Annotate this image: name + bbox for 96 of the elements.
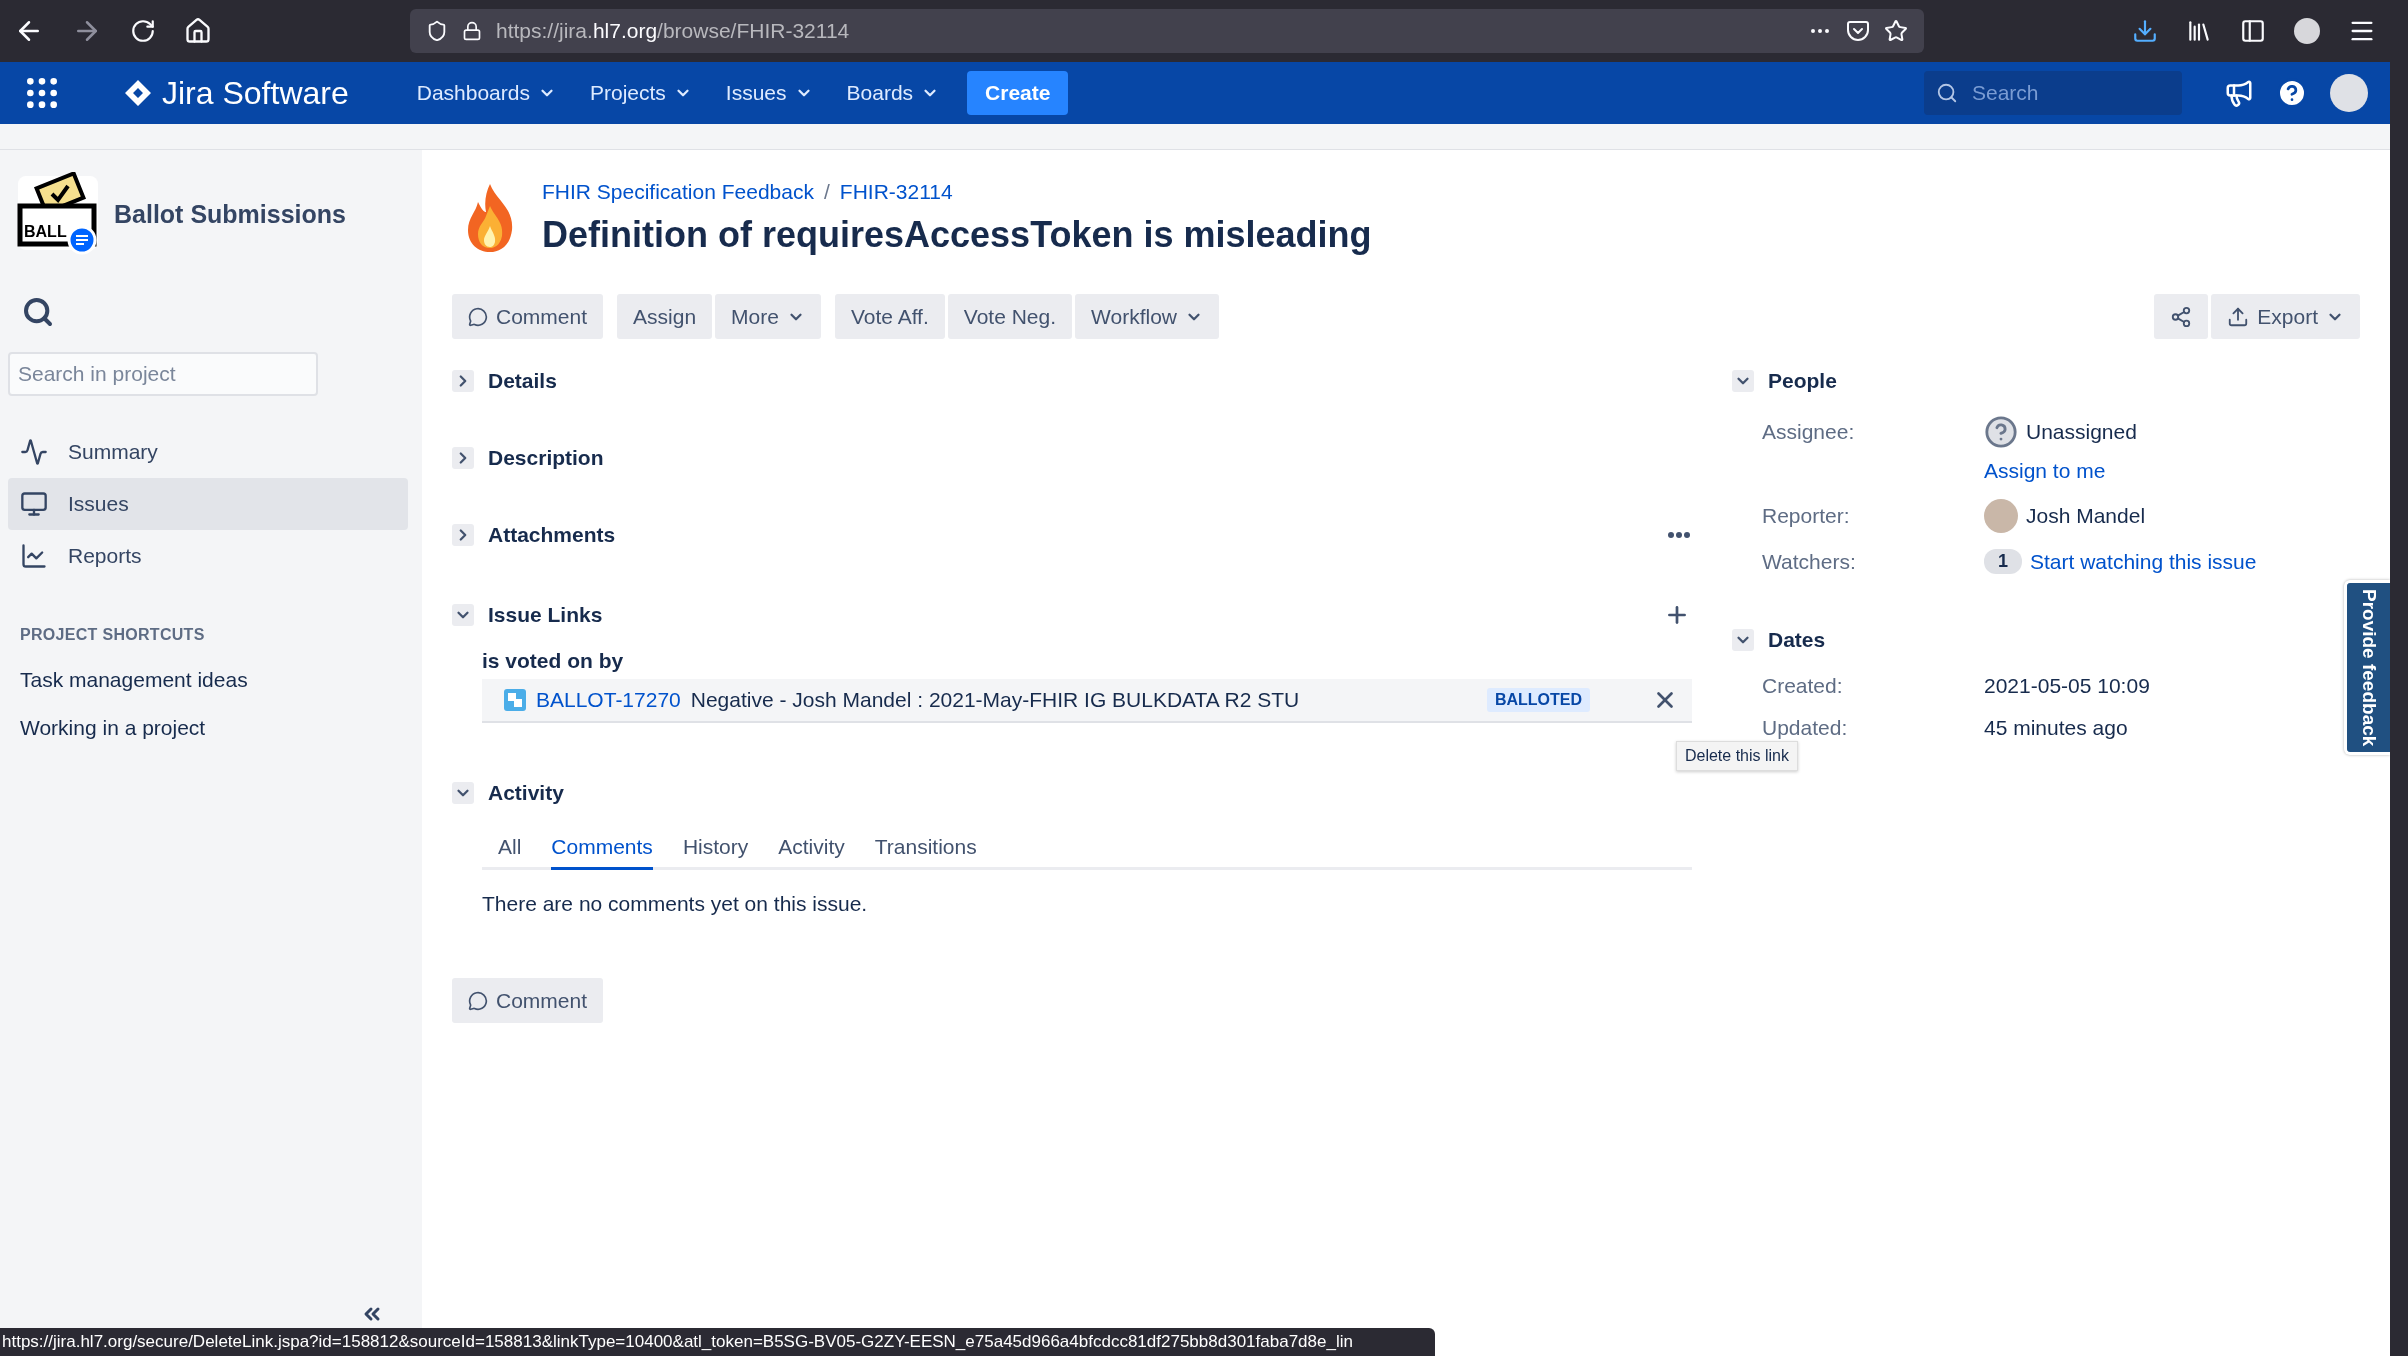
download-icon[interactable] bbox=[2132, 18, 2158, 44]
toggle-button[interactable] bbox=[452, 604, 474, 626]
nav-menu[interactable]: Issues bbox=[719, 75, 819, 111]
section-title: Description bbox=[488, 446, 604, 470]
export-icon bbox=[2227, 305, 2250, 328]
address-bar[interactable]: https://jira.hl7.org/browse/FHIR-32114 bbox=[410, 9, 1924, 53]
pulse-icon bbox=[20, 438, 48, 466]
line-chart-icon bbox=[20, 542, 48, 570]
search-icon[interactable] bbox=[22, 296, 54, 328]
question-icon bbox=[1984, 415, 2018, 449]
field-label: Assignee: bbox=[1762, 420, 1856, 444]
toggle-button[interactable] bbox=[1732, 370, 1754, 392]
comment-button[interactable]: Comment bbox=[452, 978, 604, 1023]
search-field[interactable]: Search bbox=[1924, 71, 2182, 115]
toolbar-button[interactable]: Assign bbox=[617, 294, 713, 339]
field-label: Watchers: bbox=[1762, 549, 1857, 574]
monitor-icon bbox=[20, 490, 48, 518]
library-icon[interactable] bbox=[2186, 18, 2212, 44]
section-title: Activity bbox=[488, 781, 564, 805]
link-type-label: is voted on by bbox=[482, 649, 625, 673]
toggle-button[interactable] bbox=[1732, 629, 1754, 651]
lock-icon bbox=[462, 21, 482, 41]
user-avatar bbox=[1984, 499, 2018, 533]
toolbar-button[interactable]: Vote Aff. bbox=[834, 294, 945, 339]
section-heading: PROJECT SHORTCUTS bbox=[20, 626, 206, 644]
toggle-button[interactable] bbox=[452, 370, 474, 392]
shield-icon bbox=[426, 20, 448, 42]
project-name: Ballot Submissions bbox=[114, 199, 346, 229]
megaphone-icon[interactable] bbox=[2224, 78, 2254, 108]
share-icon bbox=[2170, 305, 2193, 328]
tab[interactable]: Activity bbox=[778, 827, 845, 870]
pocket-icon[interactable] bbox=[1846, 19, 1870, 43]
tab[interactable]: History bbox=[682, 827, 749, 870]
shortcut-link[interactable]: Working in a project bbox=[20, 716, 408, 740]
account-avatar[interactable] bbox=[2294, 18, 2320, 44]
toggle-button[interactable] bbox=[452, 524, 474, 546]
field-label: Created: bbox=[1762, 674, 1844, 698]
field-label: Updated: bbox=[1762, 716, 1849, 740]
tab[interactable]: Comments bbox=[551, 827, 653, 870]
assignee-name: Unassigned bbox=[2026, 420, 2137, 444]
section-title: Dates bbox=[1768, 628, 1826, 652]
toggle-button[interactable] bbox=[452, 782, 474, 804]
sidebar-item[interactable]: Summary bbox=[8, 426, 408, 478]
toolbar-button[interactable]: Vote Neg. bbox=[947, 294, 1072, 339]
breadcrumb-link[interactable]: FHIR-32114 bbox=[839, 180, 953, 204]
dropdown-button[interactable]: Workflow bbox=[1075, 294, 1219, 339]
sidebar-icon[interactable] bbox=[2240, 18, 2266, 44]
empty-message: There are no comments yet on this issue. bbox=[482, 892, 869, 916]
comment-icon bbox=[468, 990, 488, 1011]
section-title: Attachments bbox=[488, 523, 616, 547]
issue-key-link[interactable]: BALLOT-17270 bbox=[536, 688, 681, 712]
sidebar-item[interactable]: Issues bbox=[8, 478, 408, 530]
watcher-count: 1 bbox=[1984, 549, 2022, 574]
star-icon[interactable] bbox=[1884, 19, 1908, 43]
export-button[interactable]: Export bbox=[2211, 294, 2360, 339]
reload-icon[interactable] bbox=[130, 18, 156, 44]
issue-title: Definition of requiresAccessToken is misleading bbox=[542, 214, 1372, 256]
toggle-button[interactable] bbox=[452, 447, 474, 469]
more-button[interactable] bbox=[1666, 530, 1692, 540]
assign-link[interactable]: Assign to me bbox=[1984, 459, 2106, 483]
section-title: Issue Links bbox=[488, 603, 603, 627]
search-field[interactable]: Search in project bbox=[8, 352, 318, 396]
section-title: Details bbox=[488, 369, 557, 393]
nav-menu[interactable]: Dashboards bbox=[410, 75, 562, 111]
dropdown-button[interactable]: More bbox=[715, 294, 821, 339]
create-button[interactable]: Create bbox=[967, 71, 1069, 115]
home-icon[interactable] bbox=[184, 17, 212, 45]
subtask-icon bbox=[504, 689, 526, 711]
status-lozenge: BALLOTED bbox=[1486, 688, 1590, 712]
tab[interactable]: Transitions bbox=[874, 827, 977, 870]
ballot-box-logo: BALL bbox=[16, 172, 100, 256]
shortcut-link[interactable]: Task management ideas bbox=[20, 668, 408, 692]
comment-icon bbox=[468, 306, 488, 327]
sidebar-item[interactable]: Reports bbox=[8, 530, 408, 582]
status-url: https://jira.hl7.org/secure/DeleteLink.jspa?id=158812&sourceId=158813&linkType=10400&atl_token=B5SG-BV05-G2ZY-EESN_e75a45d966a4bfcdcc81df275bb8d301faba7d8e_lin bbox=[0, 1328, 1435, 1356]
nav-menu[interactable]: Projects bbox=[583, 75, 698, 111]
field-label: Reporter: bbox=[1762, 504, 1851, 528]
watch-link[interactable]: Start watching this issue bbox=[2030, 549, 2257, 574]
section-title: People bbox=[1768, 369, 1837, 393]
tab[interactable]: All bbox=[498, 827, 522, 870]
date-value: 2021-05-05 10:09 bbox=[1984, 674, 2151, 698]
more-icon bbox=[1668, 532, 1690, 538]
search-icon bbox=[1936, 82, 1958, 104]
comment-button[interactable]: Comment bbox=[452, 294, 604, 339]
reporter-name: Josh Mandel bbox=[2026, 504, 2146, 528]
issue-summary: Negative - Josh Mandel : 2021-May-FHIR IG BULKDATA R2 STU bbox=[690, 688, 1300, 712]
breadcrumb-link[interactable]: FHIR Specification Feedback bbox=[542, 180, 814, 204]
breadcrumb-separator: / bbox=[823, 180, 830, 204]
nav-menu[interactable]: Boards bbox=[840, 75, 946, 111]
tooltip: Delete this link bbox=[1675, 741, 1798, 771]
diamond-logo-icon bbox=[124, 79, 152, 107]
user-avatar[interactable] bbox=[2330, 74, 2368, 112]
share-button[interactable] bbox=[2154, 294, 2209, 339]
feedback-tab[interactable]: Provide feedback bbox=[2344, 580, 2390, 755]
date-value: 45 minutes ago bbox=[1984, 716, 2129, 740]
product-name: Jira Software bbox=[162, 74, 349, 112]
